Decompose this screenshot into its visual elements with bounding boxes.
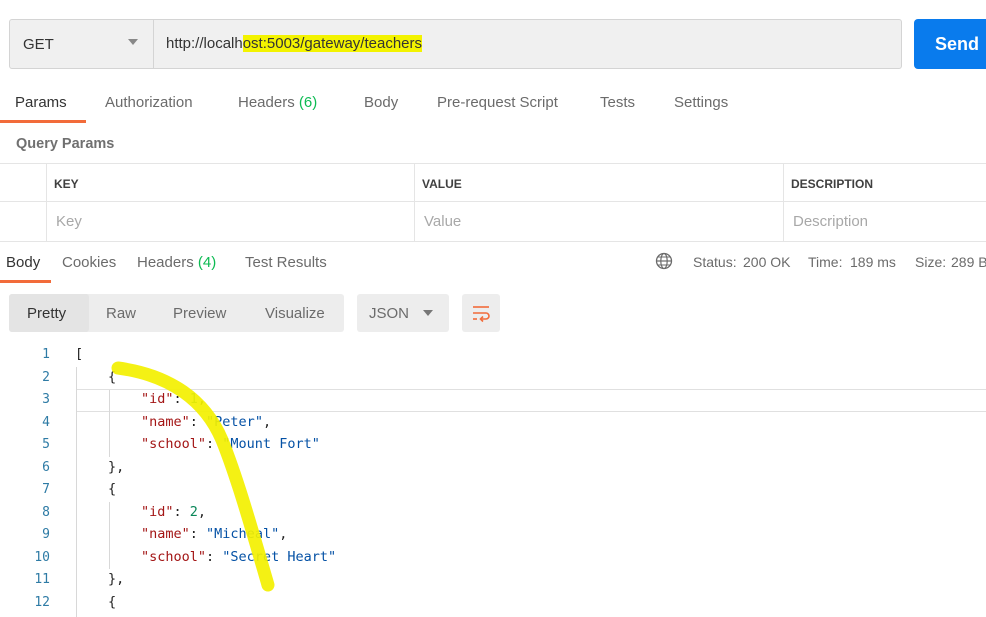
line-number: 2: [42, 370, 50, 385]
response-tab-cookies[interactable]: Cookies: [62, 254, 116, 271]
key-input[interactable]: Key: [56, 213, 82, 230]
line-number: 5: [42, 437, 50, 452]
code-line: {: [108, 369, 117, 385]
active-tab-indicator: [0, 120, 86, 123]
tab-headers-count: (6): [298, 94, 318, 111]
chevron-down-icon: [423, 310, 433, 316]
response-tab-test-results[interactable]: Test Results: [245, 254, 327, 271]
tab-prerequest-script[interactable]: Pre-request Script: [437, 94, 558, 111]
code-line: {: [108, 594, 117, 610]
code-line: "id": 1,: [141, 391, 207, 407]
view-pretty[interactable]: Pretty: [27, 305, 66, 322]
status-label: Status:: [693, 254, 737, 270]
column-divider: [46, 164, 47, 241]
params-table: KEY VALUE DESCRIPTION Key Value Descript…: [0, 163, 986, 242]
active-response-tab-indicator: [0, 280, 51, 283]
size-label: Size:: [915, 254, 947, 270]
code-line: [: [75, 346, 84, 362]
code-line: "school": "Mount Fort": [141, 436, 320, 452]
url-highlighted-text: ost:5003/gateway/teachers: [242, 35, 423, 52]
view-visualize[interactable]: Visualize: [265, 305, 325, 322]
code-line: "school": "Secret Heart": [141, 549, 337, 565]
code-line: },: [108, 459, 125, 475]
time-label: Time:: [808, 254, 843, 270]
column-header-value: VALUE: [422, 177, 462, 191]
indent-guide: [109, 502, 110, 569]
status-value: 200 OK: [743, 254, 791, 270]
line-number: 3: [42, 392, 50, 407]
code-line: "name": "Micheal",: [141, 526, 288, 542]
tab-params[interactable]: Params: [15, 94, 67, 111]
tab-body[interactable]: Body: [364, 94, 398, 111]
line-number: 7: [42, 482, 50, 497]
line-number: 1: [42, 347, 50, 362]
code-line: },: [108, 571, 125, 587]
line-number: 6: [42, 460, 50, 475]
description-input[interactable]: Description: [793, 213, 868, 230]
line-number: 10: [34, 550, 50, 565]
wrap-lines-icon: [473, 306, 490, 323]
view-raw[interactable]: Raw: [106, 305, 136, 322]
request-bar: GET http://localhost:5003/gateway/teache…: [9, 19, 902, 69]
line-number: 9: [42, 527, 50, 542]
line-number: 4: [42, 415, 50, 430]
tab-headers[interactable]: Headers (6): [238, 94, 317, 111]
method-select[interactable]: GET: [10, 20, 154, 68]
format-label: JSON: [369, 305, 410, 322]
tab-tests[interactable]: Tests: [600, 94, 635, 111]
column-divider: [783, 164, 784, 241]
url-text: http://localh: [166, 35, 243, 52]
tab-authorization[interactable]: Authorization: [105, 94, 193, 111]
value-input[interactable]: Value: [424, 213, 461, 230]
format-select[interactable]: JSON: [357, 294, 449, 332]
wrap-lines-button[interactable]: [462, 294, 500, 332]
code-line: "name": "Peter",: [141, 414, 272, 430]
column-header-description: DESCRIPTION: [791, 177, 874, 191]
tab-headers-label: Headers: [238, 94, 295, 111]
view-preview[interactable]: Preview: [173, 305, 226, 322]
time-value: 189 ms: [850, 254, 896, 270]
line-number: 12: [34, 595, 50, 610]
indent-guide: [109, 390, 110, 457]
tab-settings[interactable]: Settings: [674, 94, 728, 111]
response-tab-headers[interactable]: Headers (4): [137, 254, 216, 271]
indent-guide: [76, 367, 77, 617]
response-tab-body[interactable]: Body: [6, 254, 40, 271]
globe-icon[interactable]: [655, 252, 673, 270]
url-input[interactable]: http://localhost:5003/gateway/teachers: [166, 35, 423, 52]
send-button[interactable]: Send: [914, 19, 986, 69]
query-params-title: Query Params: [16, 136, 115, 152]
table-divider: [0, 201, 986, 202]
code-line: "id": 2,: [141, 504, 207, 520]
code-line: {: [108, 481, 117, 497]
active-line-highlight: [76, 389, 986, 412]
line-number: 8: [42, 505, 50, 520]
column-header-key: KEY: [54, 177, 79, 191]
chevron-down-icon: [128, 39, 138, 45]
line-number: 11: [34, 572, 50, 587]
response-tab-headers-count: (4): [197, 254, 217, 271]
size-value: 289 B: [951, 254, 986, 270]
method-label: GET: [23, 36, 54, 53]
column-divider: [414, 164, 415, 241]
response-tab-headers-label: Headers: [137, 254, 194, 271]
